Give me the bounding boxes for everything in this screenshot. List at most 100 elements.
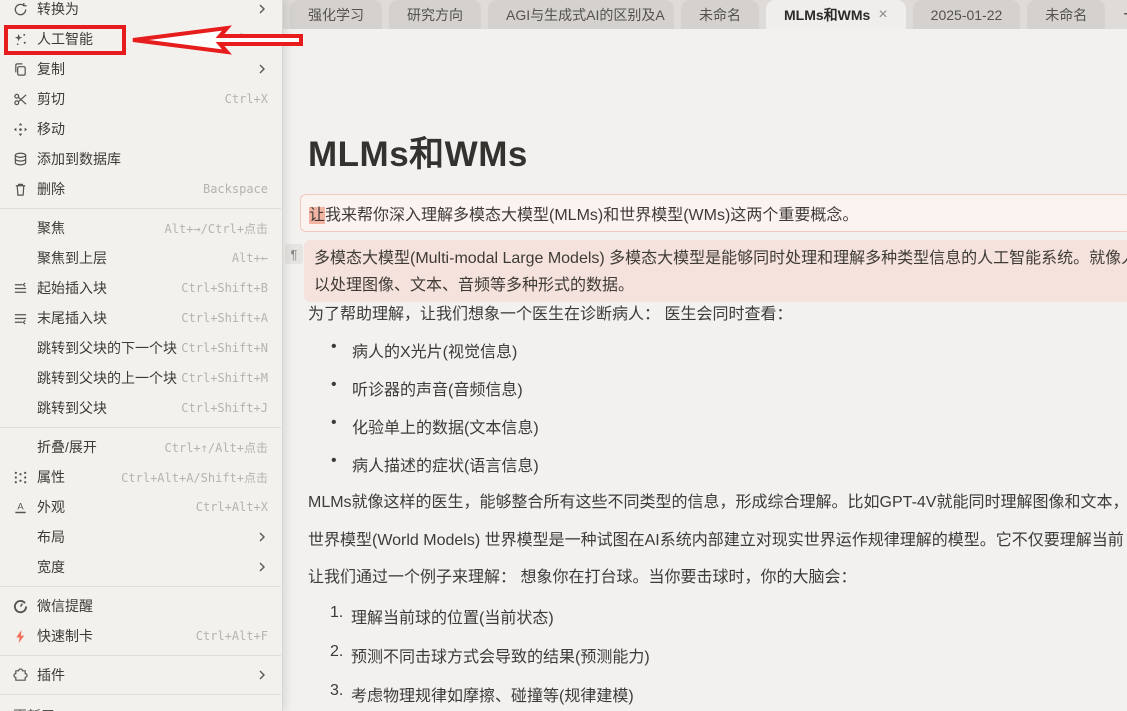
menu-divider <box>0 655 281 656</box>
menu-item-move[interactable]: 移动 <box>0 114 281 144</box>
menu-item-width[interactable]: 宽度 <box>0 552 281 582</box>
tab-untitled-2[interactable]: 未命名 <box>1027 0 1105 29</box>
menu-item-label: 聚焦到上层 <box>37 248 107 268</box>
plugin-icon <box>13 668 37 683</box>
menu-item-shortcut: Ctrl+Shift+J <box>181 401 268 415</box>
tab-label: AGI与生成式AI的区别及A <box>506 5 665 25</box>
menu-item-label: 剪切 <box>37 89 65 109</box>
menu-item-label: 复制 <box>37 59 65 79</box>
tab-untitled-1[interactable]: 未命名 <box>681 0 759 29</box>
menu-item-jump-parent[interactable]: 跳转到父块 Ctrl+Shift+J <box>0 393 281 423</box>
menu-item-shortcut: Ctrl+Shift+B <box>181 281 268 295</box>
numbered-item-text: 考虑物理规律如摩擦、碰撞等(规律建模) <box>351 682 634 706</box>
tab-label: 未命名 <box>1045 5 1087 25</box>
menu-item-insert-block-end[interactable]: 末尾插入块 Ctrl+Shift+A <box>0 303 281 333</box>
list-item-text: 听诊器的声音(音频信息) <box>352 376 523 400</box>
scissors-icon <box>13 92 37 107</box>
menu-item-label: 末尾插入块 <box>37 308 107 328</box>
menu-item-convert-to[interactable]: 转换为 <box>0 0 281 24</box>
insert-block-end-icon <box>13 311 37 326</box>
bullet-marker: • <box>331 452 337 470</box>
tab-2025-01-22[interactable]: 2025-01-22 <box>913 0 1021 29</box>
number-marker: 2. <box>330 643 343 661</box>
tab-research-direction[interactable]: 研究方向 <box>389 0 481 29</box>
tab-label: 强化学习 <box>308 5 364 25</box>
menu-item-appearance[interactable]: A 外观 Ctrl+Alt+X <box>0 492 281 522</box>
menu-item-label: 跳转到父块的下一个块 <box>37 338 177 358</box>
paragraph-gutter-icon[interactable]: ¶ <box>285 244 303 264</box>
list-item-text: 病人描述的症状(语言信息) <box>352 452 539 476</box>
menu-item-focus[interactable]: 聚焦 Alt+→/Ctrl+点击 <box>0 213 281 243</box>
menu-item-copy[interactable]: 复制 <box>0 54 281 84</box>
menu-item-fold-unfold[interactable]: 折叠/展开 Ctrl+↑/Alt+点击 <box>0 432 281 462</box>
menu-list: 转换为 人工智能 Alt+X 复制 <box>0 0 281 711</box>
paragraph-doctor-intro[interactable]: 为了帮助理解，让我们想象一个医生在诊断病人： 医生会同时查看： <box>308 300 792 324</box>
chevron-right-icon <box>256 63 268 75</box>
annotation-highlight-box <box>4 25 126 55</box>
menu-item-shortcut: Ctrl+X <box>225 92 268 106</box>
menu-item-label: 起始插入块 <box>37 278 107 298</box>
appearance-icon: A <box>13 500 37 515</box>
copy-icon <box>13 62 37 77</box>
menu-item-jump-parent-next[interactable]: 跳转到父块的下一个块 Ctrl+Shift+N <box>0 333 281 363</box>
tab-mlms-wms-active[interactable]: MLMs和WMs × <box>766 0 906 29</box>
menu-item-label: 转换为 <box>37 0 79 19</box>
new-tab-button[interactable]: + <box>1112 0 1127 29</box>
menu-item-shortcut: Ctrl+Alt+A/Shift+点击 <box>121 469 268 486</box>
menu-item-insert-block-start[interactable]: 起始插入块 Ctrl+Shift+B <box>0 273 281 303</box>
paragraph-highlighted-mlm[interactable]: 多模态大模型(Multi-modal Large Models) 多模态大模型是… <box>304 240 1127 302</box>
tab-label: MLMs和WMs <box>784 5 870 25</box>
menu-item-label: 聚焦 <box>37 218 65 238</box>
move-icon <box>13 122 37 137</box>
tab-bar: 强化学习 研究方向 AGI与生成式AI的区别及A 未命名 MLMs和WMs × … <box>283 0 1127 29</box>
paragraph-billiards-intro[interactable]: 让我们通过一个例子来理解： 想象你在打台球。当你要击球时，你的大脑会： <box>308 563 856 587</box>
menu-item-focus-parent[interactable]: 聚焦到上层 Alt+← <box>0 243 281 273</box>
menu-divider <box>0 427 281 428</box>
editor-area[interactable]: MLMs和WMs 让我来帮你深入理解多模态大模型(MLMs)和世界模型(WMs)… <box>283 29 1127 711</box>
chevron-right-icon <box>256 669 268 681</box>
menu-item-jump-parent-prev[interactable]: 跳转到父块的上一个块 Ctrl+Shift+M <box>0 363 281 393</box>
database-icon <box>13 152 37 167</box>
close-icon[interactable]: × <box>878 7 887 23</box>
tab-label: 2025-01-22 <box>931 7 1003 23</box>
trash-icon <box>13 182 37 197</box>
menu-item-cut[interactable]: 剪切 Ctrl+X <box>0 84 281 114</box>
menu-item-add-to-database[interactable]: 添加到数据库 <box>0 144 281 174</box>
lightning-icon <box>13 629 37 644</box>
menu-item-shortcut: Ctrl+↑/Alt+点击 <box>165 439 268 456</box>
paragraph-selected-intro[interactable]: 让我来帮你深入理解多模态大模型(MLMs)和世界模型(WMs)这两个重要概念。 <box>300 194 1127 232</box>
tab-agi-vs-genai[interactable]: AGI与生成式AI的区别及A <box>488 0 674 29</box>
menu-divider <box>0 208 281 209</box>
menu-item-quick-flashcard[interactable]: 快速制卡 Ctrl+Alt+F <box>0 621 281 651</box>
updated-timestamp: 更新于 2025-01-22 15:52:56 <box>0 699 281 711</box>
menu-item-delete[interactable]: 删除 Backspace <box>0 174 281 204</box>
annotation-arrow-icon <box>127 25 305 55</box>
chevron-right-icon <box>256 561 268 573</box>
number-marker: 3. <box>330 682 343 700</box>
menu-item-layout[interactable]: 布局 <box>0 522 281 552</box>
paragraph-mlms-doctor[interactable]: MLMs就像这样的医生，能够整合所有这些不同类型的信息，形成综合理解。比如GPT… <box>308 488 1127 512</box>
menu-item-shortcut: Ctrl+Alt+F <box>196 629 268 643</box>
menu-item-label: 宽度 <box>37 557 65 577</box>
svg-text:A: A <box>17 501 24 511</box>
chevron-right-icon <box>256 3 268 15</box>
menu-item-plugins[interactable]: 插件 <box>0 660 281 690</box>
bullet-marker: • <box>331 338 337 356</box>
menu-item-wechat-reminder[interactable]: 微信提醒 <box>0 591 281 621</box>
bullet-marker: • <box>331 376 337 394</box>
document-title[interactable]: MLMs和WMs <box>308 126 528 177</box>
paragraph-world-models[interactable]: 世界模型(World Models) 世界模型是一种试图在AI系统内部建立对现实… <box>308 526 1124 550</box>
bullet-marker: • <box>331 414 337 432</box>
menu-item-label: 添加到数据库 <box>37 149 121 169</box>
chevron-right-icon <box>256 531 268 543</box>
transform-icon <box>13 2 37 17</box>
menu-item-attributes[interactable]: 属性 Ctrl+Alt+A/Shift+点击 <box>0 462 281 492</box>
tab-label: 研究方向 <box>407 5 463 25</box>
menu-item-label: 插件 <box>37 665 65 685</box>
menu-item-label: 折叠/展开 <box>37 437 97 457</box>
menu-item-label: 快速制卡 <box>37 626 93 646</box>
block-context-menu: 转换为 人工智能 Alt+X 复制 <box>0 0 283 711</box>
menu-item-label: 外观 <box>37 497 65 517</box>
menu-item-shortcut: Alt+← <box>232 251 268 265</box>
tab-label: 未命名 <box>699 5 741 25</box>
